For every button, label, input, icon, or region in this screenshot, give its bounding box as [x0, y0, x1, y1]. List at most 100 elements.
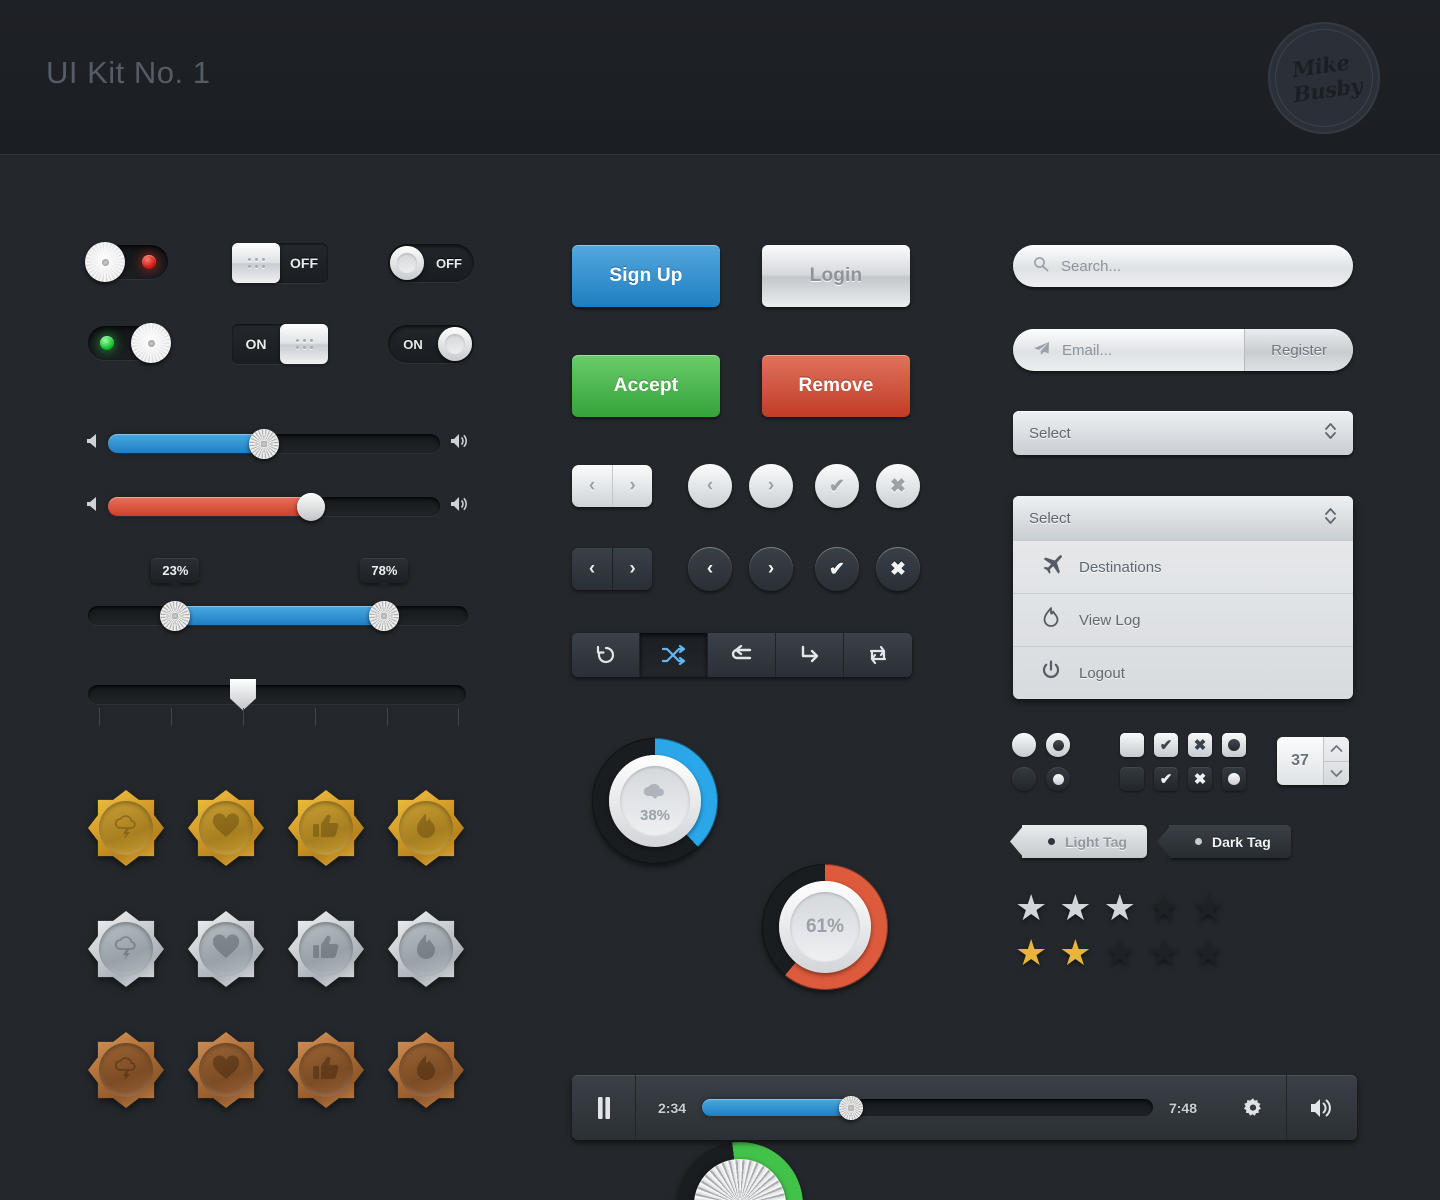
star-filled[interactable]: ★ — [1104, 890, 1136, 926]
radio-light-selected[interactable] — [1046, 733, 1070, 757]
volume-thumb[interactable] — [249, 428, 280, 459]
circle-next-light-button[interactable]: › — [749, 464, 793, 508]
star-empty[interactable]: ★ — [1192, 935, 1224, 971]
led-toggle-on[interactable] — [88, 323, 171, 363]
number-stepper[interactable]: 37 — [1277, 737, 1349, 785]
select-open-header[interactable]: Select — [1013, 496, 1353, 540]
stepper-down-button[interactable] — [1324, 760, 1349, 786]
pause-button[interactable] — [572, 1075, 636, 1140]
search-field[interactable]: Search... — [1013, 245, 1353, 287]
star-empty[interactable]: ★ — [1192, 890, 1224, 926]
player-progress-track[interactable] — [702, 1095, 1153, 1120]
star-filled[interactable]: ★ — [1015, 890, 1047, 926]
tag-light[interactable]: Light Tag — [1022, 825, 1147, 858]
toggle-knob[interactable] — [131, 323, 171, 363]
email-input[interactable]: Email... — [1013, 341, 1244, 360]
range-slider[interactable] — [88, 600, 468, 631]
toggle-grip-handle[interactable] — [280, 324, 328, 364]
checkbox-light-filled[interactable] — [1222, 733, 1246, 757]
star-filled[interactable]: ★ — [1015, 935, 1047, 971]
circle-prev-dark-button[interactable]: ‹ — [688, 547, 732, 591]
checkbox-dark-empty[interactable] — [1120, 767, 1144, 791]
badge-gold-storm[interactable] — [88, 790, 164, 866]
select-option-view-log[interactable]: View Log — [1013, 593, 1353, 646]
circle-prev-light-button[interactable]: ‹ — [688, 464, 732, 508]
badge-bronze-storm[interactable] — [88, 1032, 164, 1108]
led-toggle-off[interactable] — [85, 242, 168, 282]
toggle-grip-handle[interactable] — [232, 243, 280, 283]
pager-prev-button[interactable]: ‹ — [572, 465, 612, 507]
accept-button[interactable]: Accept — [572, 355, 720, 417]
checkbox-dark-filled[interactable] — [1222, 767, 1246, 791]
player-progress-thumb[interactable] — [838, 1095, 863, 1120]
shuffle-icon[interactable] — [640, 633, 708, 677]
repeat-icon[interactable] — [844, 633, 912, 677]
pager-next-button-dark[interactable]: › — [612, 548, 652, 590]
badge-silver-flame[interactable] — [388, 911, 464, 987]
toggle-knob-white[interactable] — [438, 327, 472, 361]
star-empty[interactable]: ★ — [1104, 935, 1136, 971]
stepper-up-button[interactable] — [1324, 737, 1349, 761]
forward-icon[interactable] — [776, 633, 844, 677]
round-toggle-off[interactable]: OFF — [388, 244, 474, 282]
grip-toggle-on[interactable]: ON — [232, 324, 328, 364]
radio-dark-empty[interactable] — [1012, 767, 1036, 791]
pager-prev-button-dark[interactable]: ‹ — [572, 548, 612, 590]
signup-button[interactable]: Sign Up — [572, 245, 720, 307]
pager-next-button[interactable]: › — [612, 465, 652, 507]
checkbox-light-empty[interactable] — [1120, 733, 1144, 757]
circle-cancel-light-button[interactable]: ✖ — [876, 464, 920, 508]
volume-thumb[interactable] — [296, 492, 325, 521]
progress-dial[interactable]: 61% — [762, 864, 888, 990]
return-icon[interactable] — [708, 633, 776, 677]
range-thumb-low[interactable] — [160, 600, 191, 631]
badge-silver-heart[interactable] — [188, 911, 264, 987]
settings-button[interactable] — [1219, 1075, 1287, 1140]
download-progress-dial[interactable]: 38% — [592, 738, 718, 864]
badge-gold-flame[interactable] — [388, 790, 464, 866]
select-option-destinations[interactable]: Destinations — [1013, 540, 1353, 593]
pager-light[interactable]: ‹ › — [572, 465, 652, 507]
checkbox-dark-cross[interactable]: ✖ — [1188, 767, 1212, 791]
grip-toggle-off[interactable]: OFF — [232, 243, 328, 283]
star-filled[interactable]: ★ — [1059, 935, 1091, 971]
stepped-slider[interactable] — [88, 678, 466, 711]
rotary-knob[interactable] — [677, 1142, 803, 1200]
stepper-value[interactable]: 37 — [1277, 737, 1323, 785]
select-closed[interactable]: Select — [1013, 411, 1353, 455]
toggle-knob[interactable] — [85, 242, 125, 282]
radio-light-empty[interactable] — [1012, 733, 1036, 757]
volume-slider-red[interactable] — [108, 492, 440, 521]
volume-slider-blue[interactable] — [108, 428, 440, 459]
badge-silver-storm[interactable] — [88, 911, 164, 987]
star-empty[interactable]: ★ — [1148, 935, 1180, 971]
tag-dark[interactable]: Dark Tag — [1168, 825, 1291, 858]
checkbox-light-cross[interactable]: ✖ — [1188, 733, 1212, 757]
badge-bronze-thumbsup[interactable] — [288, 1032, 364, 1108]
register-button[interactable]: Register — [1244, 329, 1353, 371]
star-empty[interactable]: ★ — [1148, 890, 1180, 926]
circle-cancel-dark-button[interactable]: ✖ — [876, 547, 920, 591]
round-toggle-on[interactable]: ON — [388, 325, 474, 363]
toggle-knob-white[interactable] — [390, 246, 424, 280]
badge-silver-thumbsup[interactable] — [288, 911, 364, 987]
radio-dark-selected[interactable] — [1046, 767, 1070, 791]
select-option-logout[interactable]: Logout — [1013, 646, 1353, 699]
circle-confirm-dark-button[interactable]: ✔ — [815, 547, 859, 591]
chevron-updown-icon — [1324, 506, 1337, 530]
circle-confirm-light-button[interactable]: ✔ — [815, 464, 859, 508]
badge-gold-thumbsup[interactable] — [288, 790, 364, 866]
player-volume-button[interactable] — [1287, 1075, 1357, 1140]
rotate-left-icon[interactable] — [572, 633, 640, 677]
circle-next-dark-button[interactable]: › — [749, 547, 793, 591]
login-button[interactable]: Login — [762, 245, 910, 307]
pager-dark[interactable]: ‹ › — [572, 548, 652, 590]
star-filled[interactable]: ★ — [1059, 890, 1091, 926]
checkbox-dark-checked[interactable]: ✔ — [1154, 767, 1178, 791]
badge-bronze-flame[interactable] — [388, 1032, 464, 1108]
range-thumb-high[interactable] — [369, 600, 400, 631]
remove-button[interactable]: Remove — [762, 355, 910, 417]
badge-gold-heart[interactable] — [188, 790, 264, 866]
checkbox-light-checked[interactable]: ✔ — [1154, 733, 1178, 757]
badge-bronze-heart[interactable] — [188, 1032, 264, 1108]
